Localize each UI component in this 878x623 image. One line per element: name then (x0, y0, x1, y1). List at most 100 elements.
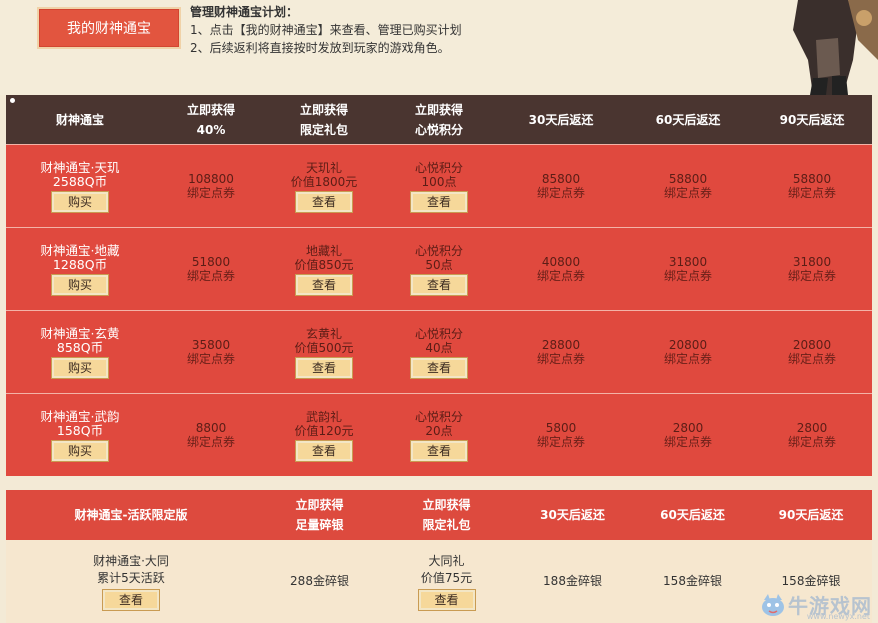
header-cell: 60天后返还 (635, 490, 750, 540)
header-text: 60天后返还 (660, 508, 725, 522)
buy-button[interactable]: 购买 (52, 357, 108, 378)
value: 51800 (191, 255, 231, 269)
points-cell: 心悦积分 50点 查看 (380, 228, 498, 310)
unit: 绑定点券 (663, 435, 712, 449)
plan-name: 财神通宝·地藏 (40, 242, 120, 258)
unit: 绑定点券 (536, 186, 585, 200)
return-90-cell: 31800 绑定点券 (752, 228, 872, 310)
management-line-1: 1、点击【我的财神通宝】来查看、管理已购买计划 (190, 23, 462, 37)
points-label: 心悦积分 (414, 160, 463, 175)
header-cell: 30天后返还 (510, 490, 635, 540)
table-row: 财神通宝·地藏 1288Q币 购买 51800 绑定点券 地藏礼 价值850元 查… (6, 227, 872, 310)
value: 20800 (792, 338, 832, 352)
value: 5800 (545, 421, 577, 435)
value: 58800 (668, 172, 708, 186)
gift-name: 武韵礼 (305, 409, 342, 424)
value: 188金碎银 (543, 574, 602, 588)
header-text: 立即获得 (299, 102, 348, 117)
buy-button[interactable]: 购买 (52, 191, 108, 212)
active-limited-table: 财神通宝-活跃限定版 立即获得 足量碎银 立即获得 限定礼包 30天后返还 60天后… (6, 490, 872, 623)
return-30-cell: 188金碎银 (510, 540, 635, 623)
unit: 绑定点券 (186, 352, 235, 366)
watermark: 牛游戏网 www.newyx.net (758, 590, 872, 621)
return-30-cell: 5800 绑定点券 (498, 394, 624, 476)
header-cell: 财神通宝 (6, 95, 154, 144)
view-button[interactable]: 查看 (418, 590, 475, 610)
table-row: 财神通宝·玄黄 858Q币 购买 35800 绑定点券 玄黄礼 价值500元 查看… (6, 310, 872, 393)
view-button[interactable]: 查看 (103, 590, 159, 610)
plan-condition: 累计5天活跃 (97, 571, 165, 585)
unit: 绑定点券 (536, 435, 585, 449)
plan-price: 158Q币 (56, 422, 104, 438)
plan-cell: 财神通宝·天玑 2588Q币 购买 (6, 145, 154, 227)
header-cell: 立即获得 心悦积分 (380, 95, 498, 144)
buy-button[interactable]: 购买 (52, 274, 108, 295)
header-text: 90天后返还 (778, 508, 844, 522)
gift-name: 大同礼 (428, 554, 465, 568)
plan-name: 财神通宝·大同 (93, 554, 169, 568)
header-text: 立即获得 (414, 102, 463, 117)
my-caishen-button[interactable]: 我的财神通宝 (37, 7, 181, 49)
unit: 绑定点券 (787, 186, 836, 200)
points-cell: 心悦积分 20点 查看 (380, 394, 498, 476)
plan-name: 财神通宝·武韵 (40, 408, 120, 424)
header-text: 40% (196, 122, 226, 137)
unit: 绑定点券 (186, 186, 235, 200)
points-value: 40点 (425, 340, 453, 355)
header-cell: 立即获得 限定礼包 (383, 490, 510, 540)
unit: 绑定点券 (663, 186, 712, 200)
instant-cell: 35800 绑定点券 (154, 311, 268, 393)
view-button[interactable]: 查看 (411, 440, 467, 461)
plan-cell: 财神通宝·地藏 1288Q币 购买 (6, 228, 154, 310)
value: 2800 (672, 421, 704, 435)
unit: 绑定点券 (663, 269, 712, 283)
return-30-cell: 28800 绑定点券 (498, 311, 624, 393)
view-button[interactable]: 查看 (411, 274, 467, 295)
points-label: 心悦积分 (414, 326, 463, 341)
unit: 绑定点券 (663, 352, 712, 366)
value: 20800 (668, 338, 708, 352)
gift-value: 价值120元 (294, 423, 354, 438)
character-illustration (758, 0, 878, 95)
return-60-cell: 158金碎银 (635, 540, 750, 623)
gift-cell: 地藏礼 价值850元 查看 (268, 228, 380, 310)
gift-name: 玄黄礼 (305, 326, 342, 341)
header-text: 心悦积分 (414, 122, 463, 137)
return-30-cell: 40800 绑定点券 (498, 228, 624, 310)
instant-cell: 51800 绑定点券 (154, 228, 268, 310)
gift-cell: 武韵礼 价值120元 查看 (268, 394, 380, 476)
plan-name: 财神通宝·天玑 (40, 159, 120, 175)
unit: 绑定点券 (186, 435, 235, 449)
view-button[interactable]: 查看 (411, 191, 467, 212)
return-30-cell: 85800 绑定点券 (498, 145, 624, 227)
top-area: 我的财神通宝 管理财神通宝计划： 1、点击【我的财神通宝】来查看、管理已购买计划… (0, 0, 878, 95)
points-value: 100点 (421, 174, 457, 189)
header-text: 30天后返还 (528, 112, 594, 127)
points-value: 20点 (425, 423, 453, 438)
gift-cell: 玄黄礼 价值500元 查看 (268, 311, 380, 393)
unit: 绑定点券 (536, 352, 585, 366)
value: 8800 (195, 421, 227, 435)
value: 158金碎银 (781, 574, 841, 588)
management-info: 管理财神通宝计划： 1、点击【我的财神通宝】来查看、管理已购买计划 2、后续返利… (190, 3, 462, 57)
view-button[interactable]: 查看 (296, 191, 352, 212)
header-cell: 立即获得 足量碎银 (256, 490, 383, 540)
view-button[interactable]: 查看 (411, 357, 467, 378)
value: 40800 (541, 255, 581, 269)
value: 31800 (792, 255, 832, 269)
table-row: 财神通宝·天玑 2588Q币 购买 108800 绑定点券 天玑礼 价值1800元… (6, 144, 872, 227)
view-button[interactable]: 查看 (296, 440, 352, 461)
instant-cell: 108800 绑定点券 (154, 145, 268, 227)
view-button[interactable]: 查看 (296, 274, 352, 295)
buy-button[interactable]: 购买 (52, 440, 108, 461)
table-header: 财神通宝-活跃限定版 立即获得 足量碎银 立即获得 限定礼包 30天后返还 60天后… (6, 490, 872, 540)
header-cell: 90天后返还 (752, 95, 872, 144)
header-text: 立即获得 (422, 498, 471, 512)
view-button[interactable]: 查看 (296, 357, 352, 378)
value: 288金碎银 (290, 574, 349, 588)
value: 85800 (541, 172, 581, 186)
points-label: 心悦积分 (414, 409, 463, 424)
points-label: 心悦积分 (414, 243, 463, 258)
table-row: 财神通宝·武韵 158Q币 购买 8800 绑定点券 武韵礼 价值120元 查看 … (6, 393, 872, 476)
value: 35800 (191, 338, 231, 352)
